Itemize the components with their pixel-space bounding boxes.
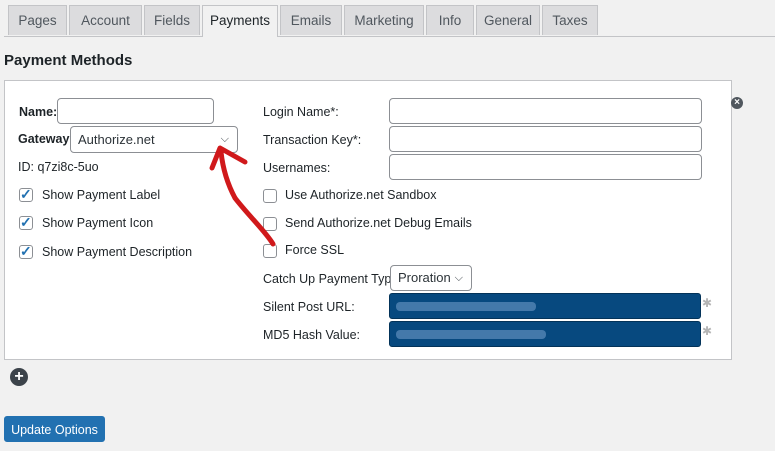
force-ssl-checkbox[interactable] bbox=[263, 244, 277, 258]
gateway-label: Gateway: bbox=[18, 132, 74, 146]
masked-value bbox=[396, 302, 536, 311]
debug-emails-text: Send Authorize.net Debug Emails bbox=[285, 216, 472, 230]
tab-info[interactable]: Info bbox=[426, 5, 474, 35]
settings-tabs: Pages Account Fields Payments Emails Mar… bbox=[4, 0, 775, 37]
show-icon-checkbox[interactable]: ✓ bbox=[19, 214, 33, 230]
chevron-down-icon: ⌵ bbox=[220, 133, 229, 145]
gateway-select-value: Authorize.net bbox=[78, 132, 155, 147]
name-label: Name: bbox=[19, 105, 58, 119]
sandbox-text: Use Authorize.net Sandbox bbox=[285, 188, 437, 202]
login-name-label: Login Name*: bbox=[263, 105, 339, 119]
md5-label: MD5 Hash Value: bbox=[263, 328, 361, 342]
checkmark-icon: ✓ bbox=[20, 243, 32, 259]
checkmark-icon: ✓ bbox=[20, 186, 32, 202]
tab-emails[interactable]: Emails bbox=[280, 5, 342, 35]
tabs-divider bbox=[4, 36, 775, 37]
update-options-button[interactable]: Update Options bbox=[4, 416, 105, 442]
show-description-checkbox[interactable]: ✓ bbox=[19, 243, 33, 259]
show-icon-text: Show Payment Icon bbox=[42, 216, 154, 230]
tab-marketing[interactable]: Marketing bbox=[344, 5, 424, 35]
silent-post-label: Silent Post URL: bbox=[263, 300, 355, 314]
tab-taxes[interactable]: Taxes bbox=[542, 5, 598, 35]
tab-payments[interactable]: Payments bbox=[202, 5, 278, 37]
catch-up-select[interactable]: Proration ⌵ bbox=[390, 265, 472, 291]
puzzle-icon: ✱ bbox=[702, 296, 713, 310]
usernames-input[interactable] bbox=[389, 154, 702, 180]
method-id: ID: q7zi8c-5uo bbox=[18, 160, 99, 174]
plus-circle-icon[interactable]: + bbox=[10, 368, 28, 386]
login-name-input[interactable] bbox=[389, 98, 702, 124]
masked-value bbox=[396, 330, 546, 339]
tab-account[interactable]: Account bbox=[69, 5, 142, 35]
close-circle-icon[interactable]: × bbox=[731, 97, 743, 109]
show-description-text: Show Payment Description bbox=[42, 245, 193, 259]
section-title: Payment Methods bbox=[4, 52, 133, 69]
tab-pages[interactable]: Pages bbox=[8, 5, 67, 35]
tab-fields[interactable]: Fields bbox=[144, 5, 200, 35]
puzzle-icon: ✱ bbox=[702, 324, 713, 338]
sandbox-checkbox[interactable] bbox=[263, 189, 277, 203]
tab-general[interactable]: General bbox=[476, 5, 540, 35]
catch-up-label: Catch Up Payment Type bbox=[263, 272, 399, 286]
silent-post-field[interactable] bbox=[389, 293, 701, 319]
transaction-key-input[interactable] bbox=[389, 126, 702, 152]
show-label-checkbox[interactable]: ✓ bbox=[19, 186, 33, 202]
catch-up-select-value: Proration bbox=[398, 270, 451, 285]
name-input[interactable] bbox=[57, 98, 214, 124]
chevron-down-icon: ⌵ bbox=[454, 272, 463, 284]
payment-method-panel: Name: Gateway: Authorize.net ⌵ ID: q7zi8… bbox=[4, 80, 743, 360]
gateway-select[interactable]: Authorize.net ⌵ bbox=[70, 126, 238, 153]
checkmark-icon: ✓ bbox=[20, 214, 32, 230]
show-label-text: Show Payment Label bbox=[42, 188, 161, 202]
md5-field[interactable] bbox=[389, 321, 701, 347]
transaction-key-label: Transaction Key*: bbox=[263, 133, 362, 147]
debug-emails-checkbox[interactable] bbox=[263, 217, 277, 231]
usernames-label: Usernames: bbox=[263, 161, 331, 175]
force-ssl-text: Force SSL bbox=[285, 243, 345, 257]
